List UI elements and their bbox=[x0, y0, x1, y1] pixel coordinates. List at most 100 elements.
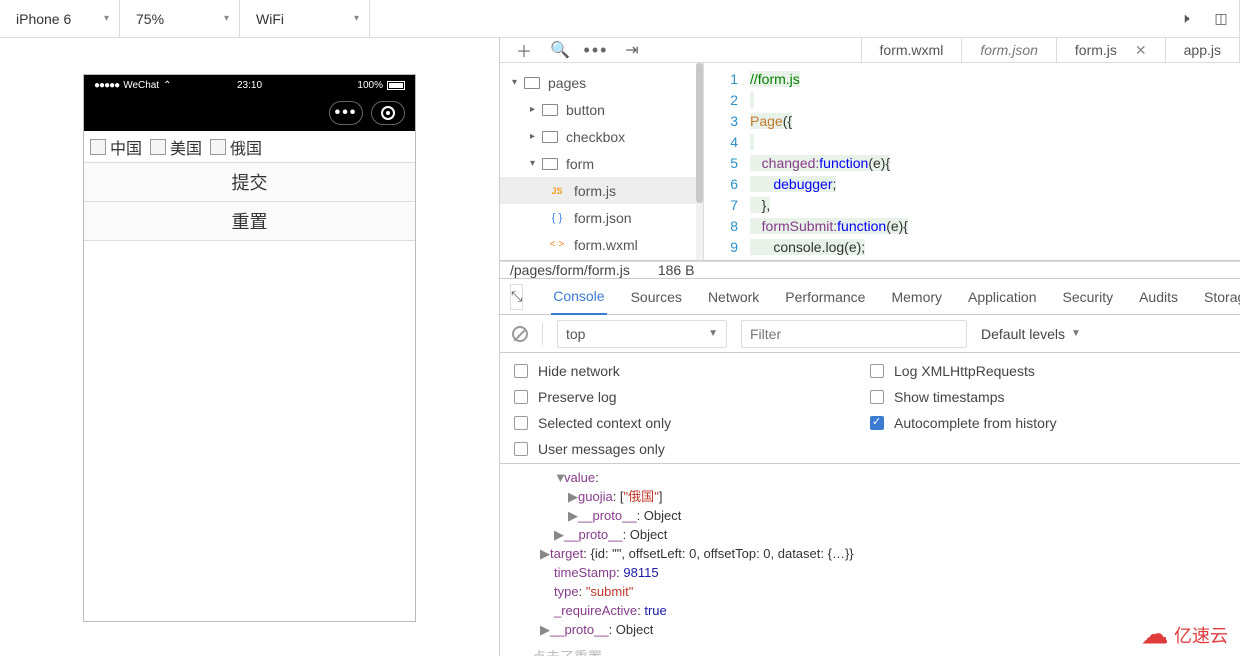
caret-down-icon: ▾ bbox=[512, 77, 524, 88]
tree-label: form.json bbox=[574, 210, 632, 226]
caret-right-icon: ▸ bbox=[530, 131, 542, 142]
overlap-icon[interactable]: ◫ bbox=[1203, 0, 1239, 37]
check-show-timestamps[interactable]: Show timestamps bbox=[870, 389, 1226, 405]
mute-icon[interactable]: 🕨 bbox=[1167, 0, 1203, 37]
zoom-label: 75% bbox=[136, 11, 164, 27]
checkbox-icon bbox=[870, 416, 884, 430]
tab-form-js[interactable]: form.js ✕ bbox=[1056, 38, 1165, 62]
phone-titlebar: ••• bbox=[84, 95, 415, 131]
target-icon bbox=[381, 106, 395, 120]
caret-down-icon: ▼ bbox=[708, 328, 718, 339]
console-output[interactable]: ▼value: ▶guojia: ["俄国"] ▶__proto__: Obje… bbox=[500, 464, 1240, 643]
editor-statusbar: /pages/form/form.js 186 B bbox=[500, 261, 1240, 279]
tab-form-wxml[interactable]: form.wxml bbox=[861, 38, 962, 62]
check-label: User messages only bbox=[538, 441, 665, 457]
tree-form[interactable]: ▾ form bbox=[500, 150, 703, 177]
js-icon: JS bbox=[548, 186, 566, 196]
file-tree: ▾ pages ▸ button ▸ checkbox ▾ form JS form.js… bbox=[500, 63, 704, 260]
clear-console-icon[interactable] bbox=[512, 326, 528, 342]
search-icon[interactable]: 🔍 bbox=[542, 38, 578, 62]
checkbox-ru[interactable] bbox=[210, 139, 226, 155]
more-actions-icon[interactable]: ••• bbox=[578, 38, 614, 62]
tree-label: checkbox bbox=[566, 129, 625, 145]
tree-scrollbar[interactable] bbox=[696, 63, 703, 260]
capsule-close[interactable] bbox=[371, 101, 405, 125]
devtab-performance[interactable]: Performance bbox=[783, 279, 867, 314]
tree-label: form.js bbox=[574, 183, 616, 199]
devtab-console[interactable]: Console bbox=[551, 280, 606, 315]
submit-button[interactable]: 提交 bbox=[84, 162, 415, 202]
brand-watermark: ☁ 亿速云 bbox=[1142, 619, 1228, 650]
filter-input[interactable] bbox=[741, 320, 967, 348]
brand-text: 亿速云 bbox=[1174, 622, 1228, 648]
tree-form-wxss[interactable]: WXSSform.wxss bbox=[500, 258, 703, 260]
carrier-label: WeChat bbox=[123, 80, 159, 91]
checkbox-cn-label: 中国 bbox=[110, 135, 142, 159]
folder-icon bbox=[542, 104, 558, 116]
checkbox-icon bbox=[514, 390, 528, 404]
simulator-panel: ●●●●● WeChat ⌃ 23:10 100% ••• 中国 美国 俄国 提… bbox=[0, 38, 500, 656]
check-preserve-log[interactable]: Preserve log bbox=[514, 389, 870, 405]
reset-button[interactable]: 重置 bbox=[84, 201, 415, 241]
devtab-application[interactable]: Application bbox=[966, 279, 1039, 314]
check-hide-network[interactable]: Hide network bbox=[514, 363, 870, 379]
devtab-sources[interactable]: Sources bbox=[629, 279, 684, 314]
new-file-icon[interactable]: ＋ bbox=[506, 38, 542, 62]
code-editor[interactable]: 123456789 //form.js Page({ changed:funct… bbox=[704, 63, 1240, 260]
check-autocomplete-from-history[interactable]: Autocomplete from history bbox=[870, 415, 1226, 431]
check-selected-context-only[interactable]: Selected context only bbox=[514, 415, 870, 431]
levels-selector[interactable]: Default levels ▼ bbox=[981, 326, 1081, 342]
check-label: Autocomplete from history bbox=[894, 415, 1057, 431]
checkbox-icon bbox=[514, 442, 528, 456]
element-picker-icon[interactable]: ⤡ bbox=[510, 284, 523, 310]
levels-label: Default levels bbox=[981, 326, 1065, 342]
tab-app-js[interactable]: app.js bbox=[1165, 38, 1240, 62]
caret-right-icon: ▸ bbox=[530, 104, 542, 115]
check-label: Selected context only bbox=[538, 415, 671, 431]
file-path: /pages/form/form.js bbox=[510, 262, 630, 278]
tree-checkbox[interactable]: ▸ checkbox bbox=[500, 123, 703, 150]
phone-statusbar: ●●●●● WeChat ⌃ 23:10 100% bbox=[84, 75, 415, 95]
clock: 23:10 bbox=[237, 80, 262, 91]
chevron-down-icon: ▾ bbox=[224, 13, 229, 24]
devtab-security[interactable]: Security bbox=[1061, 279, 1116, 314]
checkbox-icon bbox=[514, 416, 528, 430]
tree-form-js[interactable]: JS form.js bbox=[500, 177, 703, 204]
chevron-down-icon: ▾ bbox=[104, 13, 109, 24]
tree-label: button bbox=[566, 102, 605, 118]
zoom-selector[interactable]: 75% ▾ bbox=[120, 0, 240, 37]
tree-button[interactable]: ▸ button bbox=[500, 96, 703, 123]
check-label: Hide network bbox=[538, 363, 620, 379]
devtab-audits[interactable]: Audits bbox=[1137, 279, 1180, 314]
checkbox-us[interactable] bbox=[150, 139, 166, 155]
close-icon[interactable]: ✕ bbox=[1135, 42, 1147, 59]
line-gutter: 123456789 bbox=[704, 63, 750, 260]
context-selector[interactable]: top ▼ bbox=[557, 320, 727, 348]
devtab-storage[interactable]: Storage bbox=[1202, 279, 1240, 314]
code-lines: //form.js Page({ changed:function(e){ de… bbox=[750, 63, 1240, 260]
signal-dots: ●●●●● bbox=[94, 80, 119, 91]
capsule-menu[interactable]: ••• bbox=[329, 101, 363, 125]
device-selector[interactable]: iPhone 6 ▾ bbox=[0, 0, 120, 37]
tree-form-json[interactable]: { } form.json bbox=[500, 204, 703, 231]
devtab-network[interactable]: Network bbox=[706, 279, 761, 314]
checkbox-icon bbox=[870, 364, 884, 378]
collapse-icon[interactable]: ⇥ bbox=[614, 38, 650, 62]
tab-form-json[interactable]: form.json bbox=[961, 38, 1056, 62]
tree-label: pages bbox=[548, 75, 586, 91]
json-icon: { } bbox=[548, 212, 566, 224]
folder-icon bbox=[542, 158, 558, 170]
caret-down-icon: ▾ bbox=[530, 158, 542, 169]
tree-label: form.wxml bbox=[574, 237, 638, 253]
battery-icon bbox=[387, 81, 405, 90]
devtab-memory[interactable]: Memory bbox=[889, 279, 944, 314]
device-label: iPhone 6 bbox=[16, 11, 71, 27]
tree-pages[interactable]: ▾ pages bbox=[500, 69, 703, 96]
network-selector[interactable]: WiFi ▾ bbox=[240, 0, 370, 37]
checkbox-cn[interactable] bbox=[90, 139, 106, 155]
tree-form-wxml[interactable]: < >form.wxml bbox=[500, 231, 703, 258]
check-user-messages-only[interactable]: User messages only bbox=[514, 441, 870, 457]
scroll-thumb[interactable] bbox=[696, 63, 703, 203]
tree-label: form bbox=[566, 156, 594, 172]
check-log-xmlhttprequests[interactable]: Log XMLHttpRequests bbox=[870, 363, 1226, 379]
